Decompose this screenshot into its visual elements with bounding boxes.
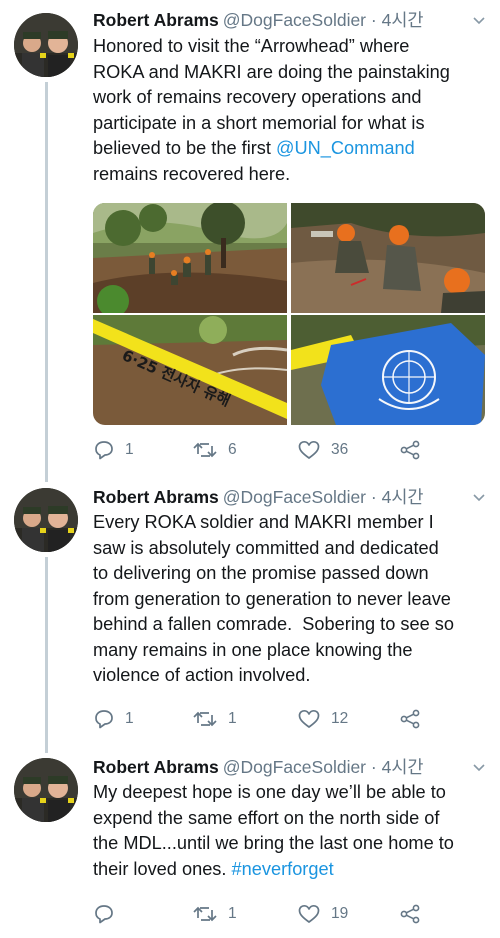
photo-soldiers-digging[interactable] xyxy=(291,203,485,313)
reply-count: 1 xyxy=(125,441,134,458)
retweet-icon xyxy=(193,711,217,727)
reply-count: 1 xyxy=(125,710,134,727)
mention-link[interactable]: @UN_Command xyxy=(276,138,415,158)
tweet-text: Every ROKA soldier and MAKRI member I sa… xyxy=(93,510,485,689)
tweet-text-line: their loved ones. xyxy=(93,858,227,879)
retweet-button[interactable]: 6 xyxy=(192,437,237,463)
tweet-header: Robert Abrams @DogFaceSoldier · 4시간 xyxy=(93,755,486,779)
retweet-icon xyxy=(193,442,217,458)
like-count: 12 xyxy=(331,710,349,727)
retweet-icon xyxy=(193,906,217,922)
like-button[interactable]: 12 xyxy=(297,706,348,732)
tweet-text: My deepest hope is one day we’ll be able… xyxy=(93,780,485,882)
tweet-text-line: behind a fallen comrade. Sobering to see… xyxy=(93,614,454,634)
tweet-text-line: ROKA and MAKRI are doing the painstaking xyxy=(93,61,450,82)
tweet[interactable]: Robert Abrams @DogFaceSoldier · 4시간 My de… xyxy=(0,746,500,938)
tweet-text-line: Honored to visit the “Arrowhead” where xyxy=(93,36,410,56)
tweet-text: Honored to visit the “Arrowhead” where R… xyxy=(93,34,485,187)
tweet[interactable]: Robert Abrams @DogFaceSoldier · 4시간 Honor… xyxy=(0,0,500,478)
retweet-count: 1 xyxy=(228,905,237,922)
share-icon xyxy=(400,709,420,729)
like-button[interactable]: 19 xyxy=(297,901,348,927)
reply-button[interactable]: 1 xyxy=(93,437,134,463)
tweet-text-line: saw is absolutely committed and dedicate… xyxy=(93,537,439,558)
tweet-text-line: from generation to generation to never l… xyxy=(93,588,451,609)
avatar[interactable] xyxy=(14,13,78,77)
reply-button[interactable]: 1 xyxy=(93,706,134,732)
tweet-text-line: remains recovered here. xyxy=(93,163,291,184)
tweet-text-line: My deepest hope is one day we’ll be able… xyxy=(93,782,446,802)
tweet-text-line: violence of action involved. xyxy=(93,665,311,685)
author-handle[interactable]: @DogFaceSoldier xyxy=(223,487,366,507)
heart-icon xyxy=(298,709,320,728)
tweet-text-line: the MDL...until we bring the last one ho… xyxy=(93,833,454,853)
retweet-button[interactable]: 1 xyxy=(192,901,237,927)
timestamp[interactable]: 4시간 xyxy=(382,757,424,777)
retweet-count: 6 xyxy=(228,441,237,458)
tweet-header: Robert Abrams @DogFaceSoldier · 4시간 xyxy=(93,8,486,32)
tweet-text-line: participate in a short memorial for what… xyxy=(93,112,425,133)
reply-icon xyxy=(95,905,113,924)
author-name[interactable]: Robert Abrams xyxy=(93,10,219,30)
photo-un-flag[interactable] xyxy=(291,315,485,425)
tweet-text-line: expend the same effort on the north side… xyxy=(93,807,440,828)
photo-caution-tape[interactable]: 6·25 전사자 유해 xyxy=(93,315,287,425)
avatar[interactable] xyxy=(14,488,78,552)
tweet-text-line: many remains in one place knowing the xyxy=(93,639,413,660)
author-name[interactable]: Robert Abrams xyxy=(93,757,219,777)
tweet-actions: 1 1 12 xyxy=(93,706,485,732)
separator-dot: · xyxy=(370,10,377,30)
like-button[interactable]: 36 xyxy=(297,437,348,463)
hashtag-link[interactable]: #neverforget xyxy=(232,859,334,879)
author-name[interactable]: Robert Abrams xyxy=(93,487,219,507)
heart-icon xyxy=(298,440,320,459)
retweet-button[interactable]: 1 xyxy=(192,706,237,732)
share-icon xyxy=(400,440,420,460)
tweet-header: Robert Abrams @DogFaceSoldier · 4시간 xyxy=(93,485,486,509)
reply-button[interactable] xyxy=(93,901,125,927)
retweet-count: 1 xyxy=(228,710,237,727)
tweet-actions: 1 6 36 xyxy=(93,437,485,463)
media-grid: 6·25 전사자 유해 xyxy=(93,203,485,425)
tweet-text-line: work of remains recovery operations and xyxy=(93,87,422,107)
reply-icon xyxy=(95,441,113,460)
share-button[interactable] xyxy=(399,706,421,732)
reply-icon xyxy=(95,710,113,729)
author-handle[interactable]: @DogFaceSoldier xyxy=(223,757,366,777)
author-handle[interactable]: @DogFaceSoldier xyxy=(223,10,366,30)
like-count: 19 xyxy=(331,905,349,922)
share-icon xyxy=(400,904,420,924)
heart-icon xyxy=(298,904,320,923)
share-button[interactable] xyxy=(399,437,421,463)
share-button[interactable] xyxy=(399,901,421,927)
photo-excavation-site[interactable] xyxy=(93,203,287,313)
separator-dot: · xyxy=(370,487,377,507)
timestamp[interactable]: 4시간 xyxy=(382,10,424,30)
tweet-text-line: Every ROKA soldier and MAKRI member I xyxy=(93,512,434,532)
tweet-text-line: believed to be the first xyxy=(93,138,271,158)
tweet-text-line: to delivering on the promise passed down xyxy=(93,563,429,583)
avatar[interactable] xyxy=(14,758,78,822)
separator-dot: · xyxy=(370,757,377,777)
tweet[interactable]: Robert Abrams @DogFaceSoldier · 4시간 Every… xyxy=(0,478,500,746)
like-count: 36 xyxy=(331,441,349,458)
timestamp[interactable]: 4시간 xyxy=(382,487,424,507)
tweet-actions: 1 19 xyxy=(93,901,485,927)
